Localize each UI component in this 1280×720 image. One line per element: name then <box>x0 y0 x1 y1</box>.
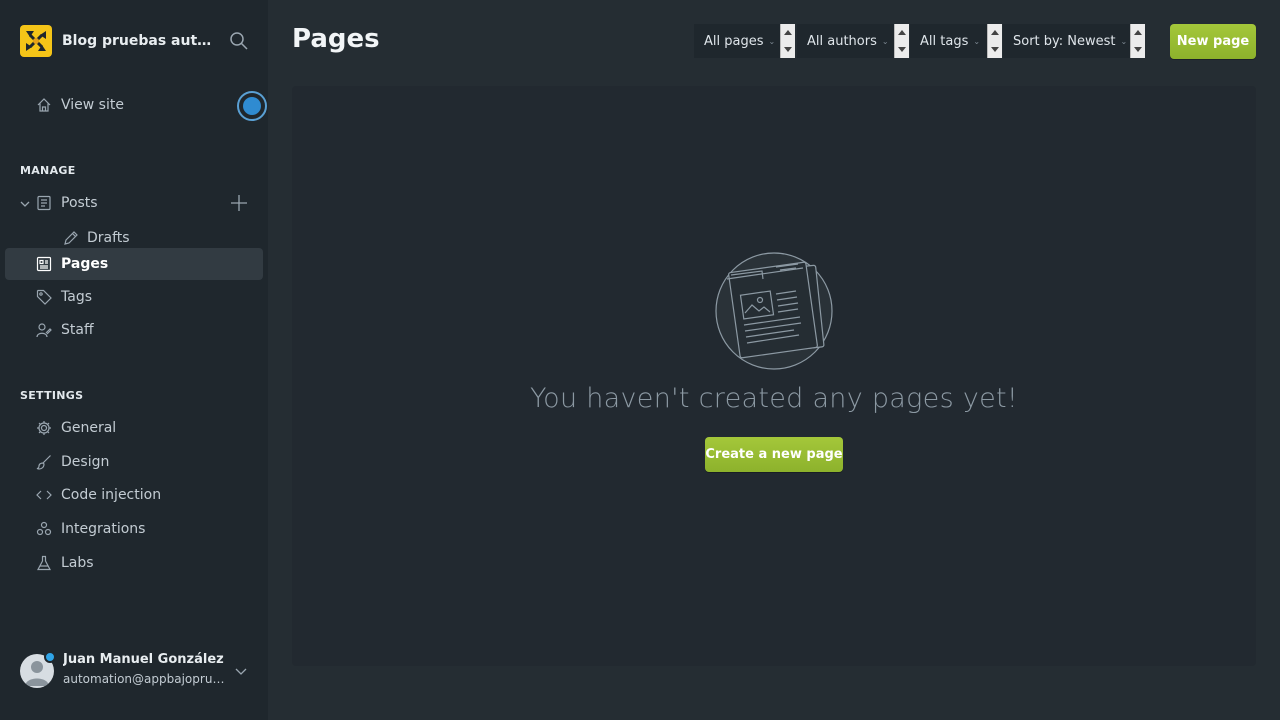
sidebar-item-label: Posts <box>61 195 98 211</box>
tag-filter-value: All tags <box>920 33 969 49</box>
sort-stepper[interactable] <box>1130 24 1145 58</box>
view-site-link[interactable]: View site <box>5 89 263 121</box>
author-filter-select[interactable]: All authors ⌄ <box>797 24 894 58</box>
sidebar-item-general[interactable]: General <box>5 412 263 444</box>
sidebar-item-label: Code injection <box>61 487 162 503</box>
staff-icon <box>36 323 52 338</box>
sidebar-item-label: Design <box>61 454 110 470</box>
settings-heading: SETTINGS <box>20 389 84 402</box>
sidebar-item-staff[interactable]: Staff <box>5 314 263 346</box>
sidebar-item-label: Labs <box>61 555 94 571</box>
flask-icon <box>37 555 51 571</box>
sidebar: Blog pruebas automatizadas View site MAN… <box>0 0 268 720</box>
sort-value: Sort by: Newest <box>1013 33 1116 49</box>
pages-list-panel: You haven't created any pages yet! Creat… <box>292 86 1256 666</box>
chevron-down-icon: ⌄ <box>973 36 981 46</box>
sidebar-item-label: Integrations <box>61 521 146 537</box>
posts-icon <box>37 195 51 211</box>
sort-select[interactable]: Sort by: Newest ⌄ <box>1003 24 1130 58</box>
sidebar-item-labs[interactable]: Labs <box>5 547 263 579</box>
user-email: automation@appbajopruebas.com <box>63 672 225 686</box>
empty-pages-illustration-icon <box>715 252 833 370</box>
user-menu[interactable]: Juan Manuel González automation@appbajop… <box>20 650 260 690</box>
search-icon[interactable] <box>229 31 249 51</box>
home-icon <box>37 98 51 112</box>
sidebar-item-pages[interactable]: Pages <box>5 248 263 280</box>
tag-icon <box>36 289 52 305</box>
sidebar-item-posts[interactable]: Posts <box>5 187 263 219</box>
manage-heading: MANAGE <box>20 164 76 177</box>
author-filter-stepper[interactable] <box>894 24 909 58</box>
gear-icon <box>37 421 51 435</box>
site-title: Blog pruebas automatizadas <box>62 33 214 49</box>
sidebar-item-label: General <box>61 420 117 436</box>
sidebar-item-code-injection[interactable]: Code injection <box>5 479 263 511</box>
chevron-down-icon: ⌄ <box>768 36 776 46</box>
tag-filter-stepper[interactable] <box>987 24 1002 58</box>
sidebar-item-label: Drafts <box>87 230 130 246</box>
type-filter-select[interactable]: All pages ⌄ <box>694 24 780 58</box>
brand[interactable]: Blog pruebas automatizadas <box>20 25 214 57</box>
view-site-label: View site <box>61 97 124 113</box>
type-filter-stepper[interactable] <box>780 24 795 58</box>
chevron-down-icon: ⌄ <box>1120 36 1128 46</box>
page-title: Pages <box>292 24 380 54</box>
notification-indicator[interactable] <box>237 91 267 121</box>
sidebar-item-label: Tags <box>61 289 92 305</box>
brand-logo-icon <box>20 25 52 57</box>
add-post-plus-icon[interactable] <box>229 193 249 213</box>
sidebar-item-integrations[interactable]: Integrations <box>5 513 263 545</box>
pages-icon <box>36 256 52 272</box>
code-icon <box>36 490 52 500</box>
create-new-page-button[interactable]: Create a new page <box>705 437 843 472</box>
author-filter-value: All authors <box>807 33 877 49</box>
sidebar-item-design[interactable]: Design <box>5 446 263 478</box>
type-filter-value: All pages <box>704 33 764 49</box>
tag-filter-select[interactable]: All tags ⌄ <box>910 24 987 58</box>
user-status-badge <box>44 651 56 663</box>
sidebar-item-label: Staff <box>61 322 94 338</box>
sidebar-item-tags[interactable]: Tags <box>5 281 263 313</box>
chevron-down-icon: ⌄ <box>881 36 889 46</box>
new-page-button[interactable]: New page <box>1170 24 1256 59</box>
brush-icon <box>36 455 51 470</box>
sidebar-item-label: Pages <box>61 256 109 272</box>
empty-state-message: You haven't created any pages yet! <box>529 383 1019 414</box>
pencil-icon <box>64 231 78 245</box>
integrations-icon <box>36 521 52 536</box>
user-name: Juan Manuel González <box>63 652 224 667</box>
chevron-down-icon[interactable] <box>234 664 248 678</box>
